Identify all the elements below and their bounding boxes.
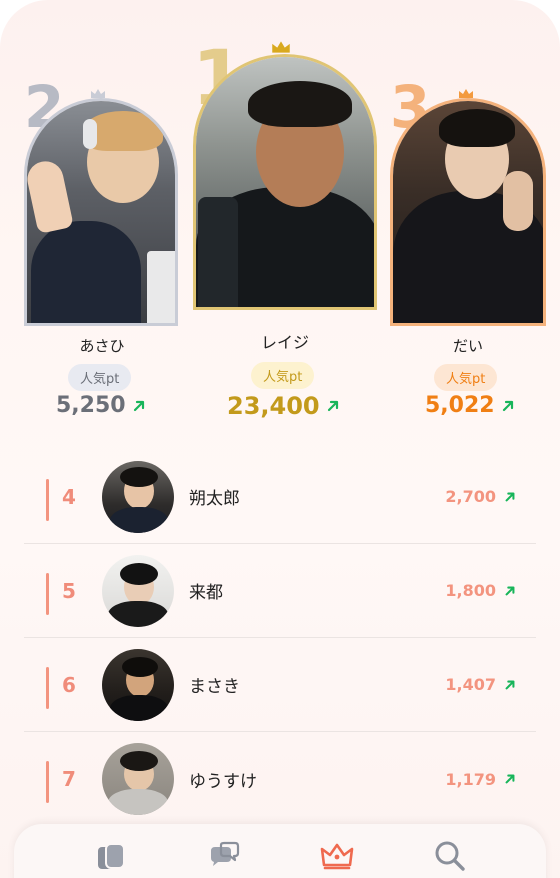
trend-up-icon (505, 492, 515, 501)
tab-chat[interactable] (204, 836, 244, 876)
chat-bubbles-icon (210, 841, 239, 866)
tab-search[interactable] (430, 836, 470, 876)
list-item[interactable]: 5 来都 1,800 (24, 544, 536, 638)
ranking-list: 4 朔太郎 2,700 5 来都 1,800 6 まさき 1,407 7 ゆうす… (24, 450, 536, 826)
crown-icon (320, 843, 353, 870)
list-score-value: 1,800 (445, 581, 496, 600)
podium-score-value-1: 23,400 (227, 392, 320, 420)
rank-accent-bar (46, 761, 49, 803)
list-name: まさき (189, 677, 240, 697)
rank-number: 7 (62, 767, 76, 791)
podium-score-2: 5,250 (56, 393, 146, 418)
rank-accent-bar (46, 667, 49, 709)
rank-number: 4 (62, 484, 76, 509)
avatar[interactable] (102, 743, 174, 815)
list-name: 来都 (189, 583, 223, 603)
bottom-tab-bar (14, 824, 546, 878)
trend-up-icon (505, 680, 515, 689)
list-score: 1,407 (445, 675, 516, 694)
cards-icon (97, 843, 125, 869)
trend-up-icon (327, 400, 338, 412)
avatar-photo-3[interactable] (390, 98, 546, 326)
podium-pill-2: 人気pt (68, 364, 132, 391)
rank-accent-bar (46, 573, 49, 615)
tab-ranking[interactable] (317, 836, 357, 876)
list-score-value: 1,407 (445, 675, 496, 694)
list-score: 1,800 (445, 581, 516, 600)
tab-cards[interactable] (91, 836, 131, 876)
search-icon (435, 841, 465, 871)
avatar[interactable] (102, 648, 174, 721)
rank-accent-bar (46, 479, 49, 521)
trend-up-icon (505, 774, 515, 784)
podium-name-3: だい (452, 337, 483, 355)
trend-up-icon (502, 400, 513, 411)
podium-score-1: 23,400 (227, 392, 340, 420)
ranking-screen: 2 あさひ 人気pt 5,250 (0, 0, 560, 878)
list-item[interactable]: 6 まさき 1,407 (24, 638, 536, 732)
crown-icon (272, 41, 290, 53)
podium-score-value-3: 5,022 (425, 393, 495, 418)
podium-name-1: レイジ (260, 333, 309, 352)
list-score: 1,179 (445, 770, 516, 789)
rank-number: 6 (62, 672, 76, 697)
list-item[interactable]: 4 朔太郎 2,700 (24, 450, 536, 544)
podium-pill-3: 人気pt (434, 364, 498, 391)
podium: 2 あさひ 人気pt 5,250 (0, 0, 560, 440)
avatar[interactable] (102, 460, 174, 533)
list-item[interactable]: 7 ゆうすけ 1,179 (24, 732, 536, 826)
podium-score-3: 5,022 (425, 393, 515, 418)
avatar-photo-1[interactable] (193, 54, 377, 310)
list-score-value: 2,700 (445, 487, 496, 506)
rank-number: 5 (62, 578, 76, 603)
list-score-value: 1,179 (445, 769, 496, 789)
list-score: 2,700 (445, 487, 516, 506)
avatar[interactable] (102, 554, 174, 627)
podium-score-value-2: 5,250 (56, 393, 126, 418)
podium-name-2: あさひ (79, 337, 125, 355)
list-name: 朔太郎 (189, 489, 240, 509)
trend-up-icon (133, 400, 144, 411)
trend-up-icon (505, 586, 515, 595)
avatar-photo-2[interactable] (24, 98, 178, 326)
list-name: ゆうすけ (189, 771, 257, 792)
podium-pill-1: 人気pt (251, 362, 315, 389)
